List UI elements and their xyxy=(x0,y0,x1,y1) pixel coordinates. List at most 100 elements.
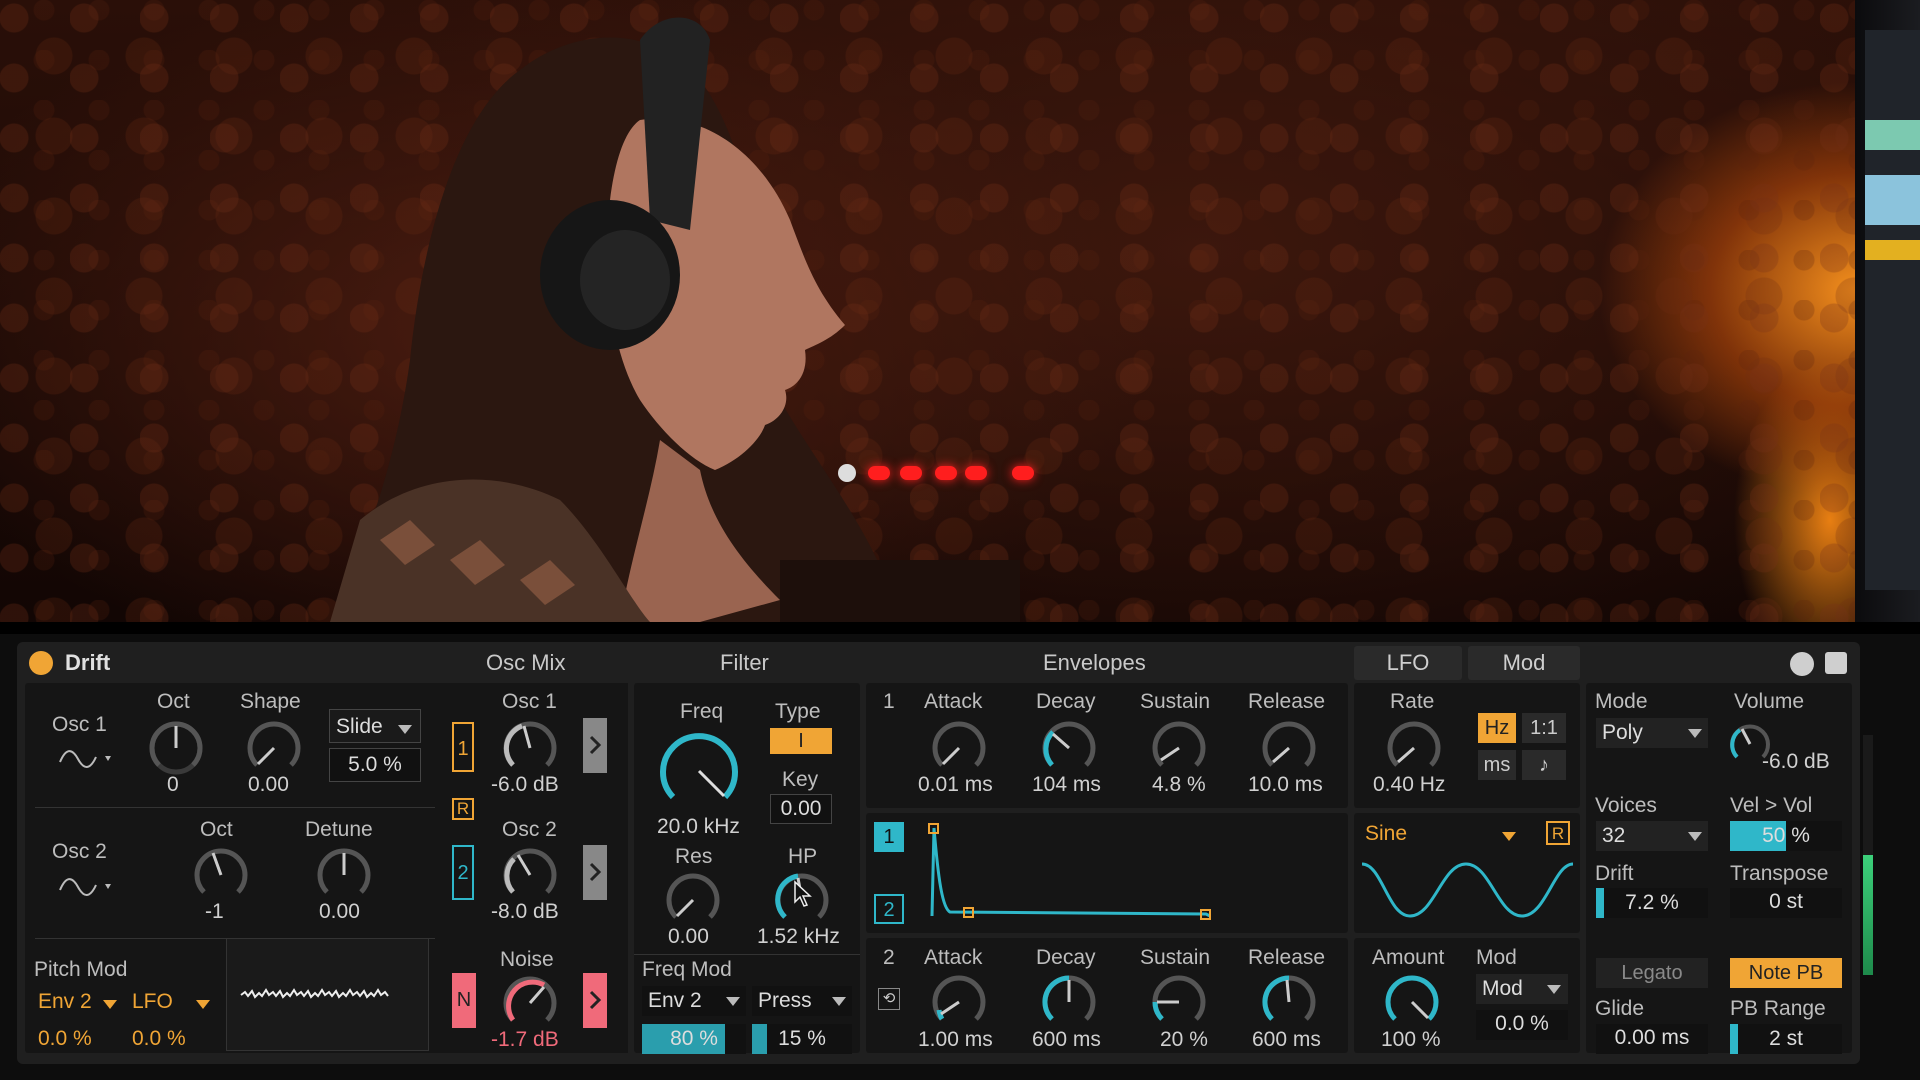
env1-number: 1 xyxy=(883,690,895,713)
osc2-detune-knob[interactable] xyxy=(314,845,374,905)
mix-osc2-knob[interactable] xyxy=(500,845,560,905)
section-osc-mix: Osc Mix xyxy=(486,650,566,675)
osc2-detune-value: 0.00 xyxy=(319,900,360,923)
env2-attack-value: 1.00 ms xyxy=(918,1028,993,1051)
lfo-waveform-dropdown[interactable]: Sine xyxy=(1365,822,1407,846)
synth-led-white xyxy=(838,464,856,482)
chevron-right-icon xyxy=(589,990,602,1010)
filter-res-knob[interactable] xyxy=(663,870,723,930)
osc1-oct-value: 0 xyxy=(167,773,179,796)
pitch-mod-source1[interactable]: Env 2 xyxy=(38,990,92,1014)
osc1-oct-knob[interactable] xyxy=(146,718,206,778)
noise-toggle[interactable]: N xyxy=(452,973,476,1028)
freq-mod-amount2-fill xyxy=(752,1024,767,1054)
drift-slider[interactable]: 7.2 % xyxy=(1596,888,1708,918)
osc1-shape-value: 0.00 xyxy=(248,773,289,796)
lfo-ratio-button[interactable]: 1:1 xyxy=(1522,713,1566,743)
lfo-retrigger-button[interactable]: R xyxy=(1546,821,1570,845)
note-pb-button[interactable]: Note PB xyxy=(1730,958,1842,988)
env2-decay-knob[interactable] xyxy=(1039,972,1099,1032)
env2-sustain-label: Sustain xyxy=(1140,946,1211,969)
env1-sustain-label: Sustain xyxy=(1140,690,1211,713)
env1-decay-knob[interactable] xyxy=(1039,718,1099,778)
mode-label: Mode xyxy=(1595,690,1648,713)
osc1-waveform-icon[interactable] xyxy=(58,748,118,770)
lfo-amount-knob[interactable] xyxy=(1382,972,1442,1032)
synth-led xyxy=(935,466,957,480)
pb-range-field[interactable]: 2 st xyxy=(1730,1024,1842,1054)
osc2-oct-knob[interactable] xyxy=(191,845,251,905)
legato-button[interactable]: Legato xyxy=(1596,958,1708,988)
lfo-ms-button[interactable]: ms xyxy=(1478,750,1516,780)
pitch-mod-amount1[interactable]: 0.0 % xyxy=(38,1027,92,1051)
glide-field[interactable]: 0.00 ms xyxy=(1596,1024,1708,1054)
env1-sustain-knob[interactable] xyxy=(1149,718,1209,778)
lfo-sync-note-button[interactable]: ♪ xyxy=(1522,750,1566,780)
noise-knob[interactable] xyxy=(500,973,560,1033)
env2-sustain-knob[interactable] xyxy=(1149,972,1209,1032)
env2-attack-knob[interactable] xyxy=(929,972,989,1032)
pb-range-fill xyxy=(1730,1024,1738,1054)
envelope-graph[interactable] xyxy=(920,816,1340,928)
voices-label: Voices xyxy=(1595,794,1657,817)
env1-decay-label: Decay xyxy=(1036,690,1096,713)
save-preset-icon[interactable] xyxy=(1825,652,1847,674)
pb-range-label: PB Range xyxy=(1730,997,1826,1020)
env1-release-knob[interactable] xyxy=(1259,718,1319,778)
filter-type-label: Type xyxy=(775,700,821,723)
filter-res-value: 0.00 xyxy=(668,925,709,948)
chevron-right-icon xyxy=(589,735,602,755)
mode-value: Poly xyxy=(1602,721,1643,744)
lfo-rate-label: Rate xyxy=(1390,690,1435,713)
mix-osc1-value: -6.0 dB xyxy=(491,773,559,796)
synth-led xyxy=(868,466,890,480)
filter-res-label: Res xyxy=(675,845,713,868)
env1-release-value: 10.0 ms xyxy=(1248,773,1323,796)
filter-type-button[interactable]: I xyxy=(770,728,832,754)
env-view-2-button[interactable]: 2 xyxy=(874,894,904,924)
mix-osc2-value: -8.0 dB xyxy=(491,900,559,923)
env1-decay-value: 104 ms xyxy=(1032,773,1101,796)
env1-attack-value: 0.01 ms xyxy=(918,773,993,796)
drift-value: 7.2 % xyxy=(1625,891,1679,914)
freq-mod-amount2-slider[interactable]: 15 % xyxy=(752,1024,852,1054)
vel-vol-slider[interactable]: 50 % xyxy=(1730,821,1842,851)
transpose-field[interactable]: 0 st xyxy=(1730,888,1842,918)
osc1-shape-knob[interactable] xyxy=(244,718,304,778)
freq-mod-amount1-value: 80 % xyxy=(670,1027,718,1050)
filter-hp-label: HP xyxy=(788,845,818,868)
filter-freq-knob[interactable] xyxy=(656,728,742,814)
freq-mod-amount1-slider[interactable]: 80 % xyxy=(642,1024,746,1054)
tab-lfo[interactable]: LFO xyxy=(1354,646,1462,680)
mix-retrigger-button[interactable]: R xyxy=(452,798,474,820)
chevron-down-icon xyxy=(103,1000,117,1009)
lfo-rate-knob[interactable] xyxy=(1384,718,1444,778)
computer-monitor xyxy=(1855,0,1920,622)
osc1-label: Osc 1 xyxy=(52,713,107,736)
env1-attack-label: Attack xyxy=(924,690,983,713)
osc2-waveform-icon[interactable] xyxy=(58,876,118,898)
env-view-1-button[interactable]: 1 xyxy=(874,822,904,852)
pitch-mod-amount2[interactable]: 0.0 % xyxy=(132,1027,186,1051)
env2-release-knob[interactable] xyxy=(1259,972,1319,1032)
osc2-detune-label: Detune xyxy=(305,818,373,841)
freq-mod-amount2-value: 15 % xyxy=(778,1027,826,1050)
device-power-button[interactable] xyxy=(29,651,53,675)
pitch-mod-source2[interactable]: LFO xyxy=(132,990,173,1014)
env1-attack-knob[interactable] xyxy=(929,718,989,778)
lfo-hz-button[interactable]: Hz xyxy=(1478,713,1516,743)
lfo-mod-amount-field[interactable]: 0.0 % xyxy=(1476,1010,1568,1040)
loop-icon[interactable]: ⟲ xyxy=(878,988,900,1010)
filter-key-field[interactable]: 0.00 xyxy=(770,794,832,824)
hot-swap-icon[interactable] xyxy=(1790,652,1814,676)
chevron-down-icon xyxy=(1688,729,1702,738)
pitch-mod-label: Pitch Mod xyxy=(34,958,128,981)
tab-mod[interactable]: Mod xyxy=(1468,646,1580,680)
lfo-rate-value: 0.40 Hz xyxy=(1373,773,1446,796)
osc1-slide-field[interactable]: 5.0 % xyxy=(329,748,421,782)
chevron-down-icon xyxy=(1502,832,1516,841)
filter-key-label: Key xyxy=(782,768,819,791)
mix-osc1-knob[interactable] xyxy=(500,718,560,778)
osc1-mix-toggle[interactable]: 1 xyxy=(452,722,474,772)
osc2-mix-toggle[interactable]: 2 xyxy=(452,845,474,900)
